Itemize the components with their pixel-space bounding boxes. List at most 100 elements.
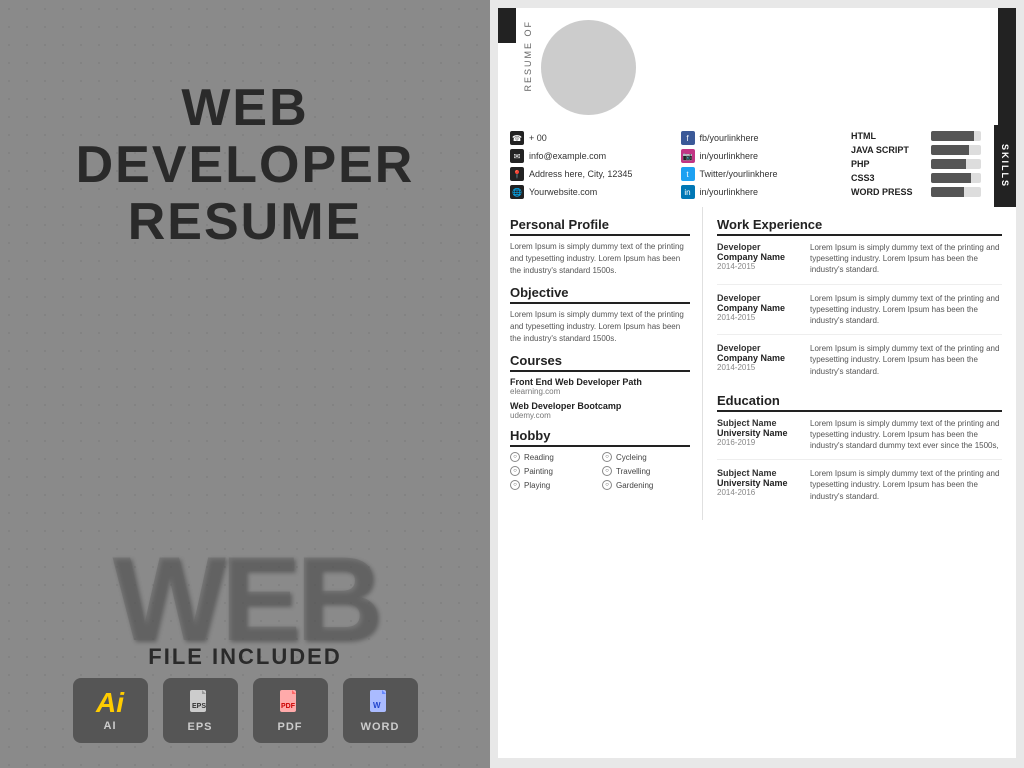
file-included-label: FILE INCLUDED	[73, 644, 418, 670]
hobby-travelling: ○ Travelling	[602, 466, 690, 476]
hobby-reading: ○ Reading	[510, 452, 598, 462]
gardening-icon: ○	[602, 480, 612, 490]
edu-2-subject: Subject Name	[717, 468, 802, 478]
courses-title: Courses	[510, 353, 690, 372]
contact-email: ✉ info@example.com	[510, 149, 673, 163]
insta-icon: 📷	[681, 149, 695, 163]
work-divider-2	[717, 334, 1002, 335]
skill-bar-css	[931, 173, 981, 183]
contact-address: 📍 Address here, City, 12345	[510, 167, 673, 181]
skill-php: PHP	[851, 159, 981, 169]
course-item-1: Front End Web Developer Path elearning.c…	[510, 377, 690, 396]
file-icon-eps: EPS EPS	[163, 678, 238, 743]
work-2-company: Company Name	[717, 303, 802, 313]
file-icon-word: W WORD	[343, 678, 418, 743]
spacer1	[510, 277, 690, 285]
fb-text: fb/yourlinkhere	[700, 133, 759, 143]
edu-2-university: University Name	[717, 478, 802, 488]
file-icon-pdf: PDF PDF	[253, 678, 328, 743]
course-1-name: Front End Web Developer Path	[510, 377, 690, 387]
edu-1-date: 2016-2019	[717, 438, 802, 447]
edu-2-left: Subject Name University Name 2014-2016	[717, 468, 802, 502]
contact-twitter: t Twitter/yourlinkhere	[681, 167, 844, 181]
work-3-role: Developer	[717, 343, 802, 353]
contact-skills-wrapper: ☎ + 00 ✉ info@example.com 📍 Address here…	[498, 125, 1016, 207]
file-icon-ai: Ai AI	[73, 678, 148, 743]
photo-circle	[541, 20, 636, 115]
contact-linkedin: in in/yourlinkhere	[681, 185, 844, 199]
personal-profile-title: Personal Profile	[510, 217, 690, 236]
personal-profile-section: Personal Profile Lorem Ipsum is simply d…	[510, 217, 690, 277]
work-entry-2: Developer Company Name 2014-2015 Lorem I…	[717, 293, 1002, 327]
edu-1-subject: Subject Name	[717, 418, 802, 428]
skill-js: JAVA SCRIPT	[851, 145, 981, 155]
address-text: Address here, City, 12345	[529, 169, 632, 179]
main-title: WEB DEVELOPER RESUME	[76, 80, 415, 252]
phone-text: + 00	[529, 133, 547, 143]
hobby-painting: ○ Painting	[510, 466, 598, 476]
edu-entry-2: Subject Name University Name 2014-2016 L…	[717, 468, 1002, 502]
skill-fill-css	[931, 173, 971, 183]
work-entry-3: Developer Company Name 2014-2015 Lorem I…	[717, 343, 1002, 377]
linkedin-text: in/yourlinkhere	[700, 187, 759, 197]
hobby-title: Hobby	[510, 428, 690, 447]
spacer2	[510, 345, 690, 353]
course-2-site: udemy.com	[510, 411, 690, 420]
skill-html: HTML	[851, 131, 981, 141]
resume-document: Resume Of SKILLS ☎ + 00	[498, 8, 1016, 758]
hobby-gardening: ○ Gardening	[602, 480, 690, 490]
skill-bar-wp	[931, 187, 981, 197]
linkedin-icon: in	[681, 185, 695, 199]
contact-row: ☎ + 00 ✉ info@example.com 📍 Address here…	[510, 131, 981, 201]
website-text: Yourwebsite.com	[529, 187, 597, 197]
spacer3	[510, 420, 690, 428]
work-1-role: Developer	[717, 242, 802, 252]
ai-label: AI	[104, 720, 117, 732]
twitter-icon: t	[681, 167, 695, 181]
work-2-desc: Lorem Ipsum is simply dummy text of the …	[810, 293, 1002, 327]
contact-phone: ☎ + 00	[510, 131, 673, 145]
work-2-date: 2014-2015	[717, 313, 802, 322]
work-entry-1: Developer Company Name 2014-2015 Lorem I…	[717, 242, 1002, 276]
work-1-desc: Lorem Ipsum is simply dummy text of the …	[810, 242, 1002, 276]
edu-1-university: University Name	[717, 428, 802, 438]
playing-icon: ○	[510, 480, 520, 490]
skill-fill-html	[931, 131, 974, 141]
insta-text: in/yourlinkhere	[700, 151, 759, 161]
skills-bars-area: HTML JAVA SCRIPT PHP	[851, 131, 981, 201]
eps-label: EPS	[187, 721, 212, 733]
edu-2-date: 2014-2016	[717, 488, 802, 497]
resume-left-col: Personal Profile Lorem Ipsum is simply d…	[498, 207, 703, 520]
name-placeholder	[636, 20, 991, 25]
contact-website: 🌐 Yourwebsite.com	[510, 185, 673, 199]
word-label: WORD	[361, 721, 400, 733]
work-3-left: Developer Company Name 2014-2015	[717, 343, 802, 377]
website-icon: 🌐	[510, 185, 524, 199]
edu-1-left: Subject Name University Name 2016-2019	[717, 418, 802, 452]
right-panel: Resume Of SKILLS ☎ + 00	[490, 0, 1024, 768]
svg-text:W: W	[373, 701, 381, 710]
work-experience-title: Work Experience	[717, 217, 1002, 236]
work-3-company: Company Name	[717, 353, 802, 363]
cycleing-icon: ○	[602, 452, 612, 462]
travelling-icon: ○	[602, 466, 612, 476]
twitter-text: Twitter/yourlinkhere	[700, 169, 778, 179]
skills-sidebar: SKILLS	[994, 125, 1016, 207]
pdf-symbol: PDF	[276, 688, 304, 718]
contact-insta: 📷 in/yourlinkhere	[681, 149, 844, 163]
course-2-name: Web Developer Bootcamp	[510, 401, 690, 411]
edu-entry-1: Subject Name University Name 2016-2019 L…	[717, 418, 1002, 452]
skill-bar-html	[931, 131, 981, 141]
phone-icon: ☎	[510, 131, 524, 145]
contact-fb: f fb/yourlinkhere	[681, 131, 844, 145]
painting-icon: ○	[510, 466, 520, 476]
hobby-section: Hobby ○ Reading ○ Cycleing ○ Painting	[510, 428, 690, 490]
address-icon: 📍	[510, 167, 524, 181]
personal-profile-text: Lorem Ipsum is simply dummy text of the …	[510, 241, 690, 277]
resume-of-label: Resume Of	[523, 20, 533, 92]
objective-text: Lorem Ipsum is simply dummy text of the …	[510, 309, 690, 345]
courses-section: Courses Front End Web Developer Path ele…	[510, 353, 690, 420]
skill-wp: WORD PRESS	[851, 187, 981, 197]
resume-main-body: Personal Profile Lorem Ipsum is simply d…	[498, 207, 1016, 520]
ai-symbol: Ai	[96, 689, 124, 717]
